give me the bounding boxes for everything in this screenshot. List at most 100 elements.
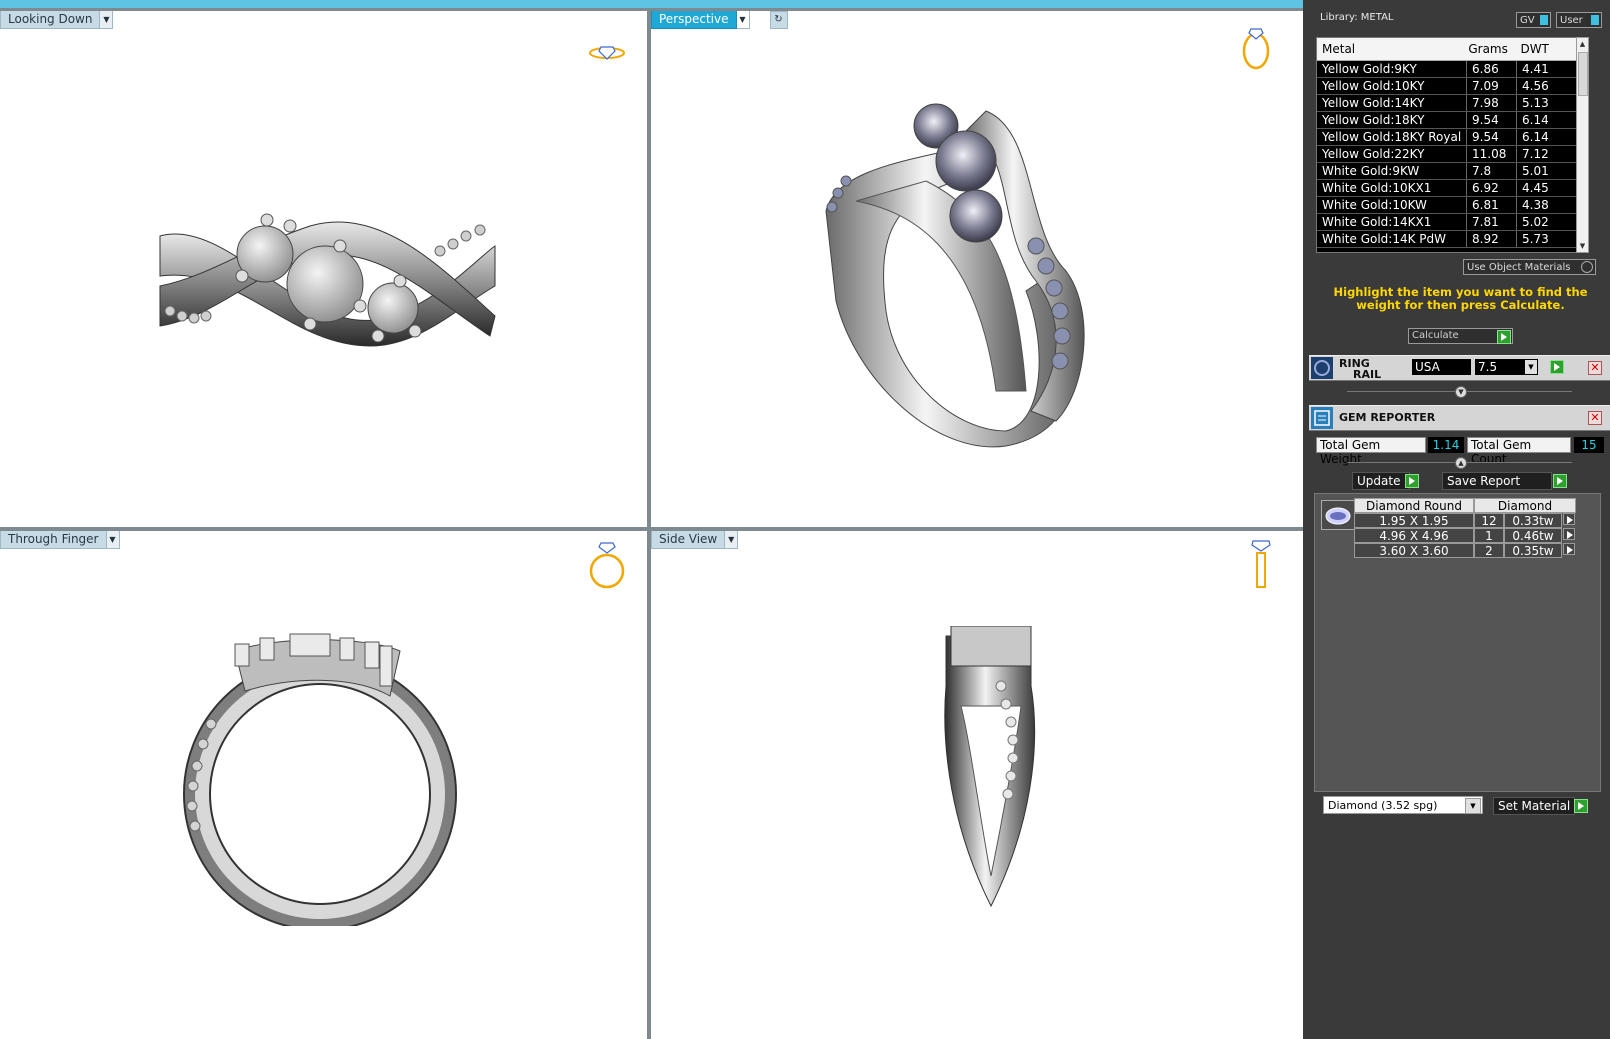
- user-toggle[interactable]: User: [1556, 12, 1602, 28]
- viewport-tab-through-finger[interactable]: Through Finger ▼: [0, 531, 120, 549]
- table-cell: 2: [1474, 543, 1504, 558]
- chevron-down-icon[interactable]: ▼: [100, 11, 114, 29]
- table-row[interactable]: Yellow Gold:9KY 6.86 4.41: [1317, 61, 1577, 78]
- ring-rail-go-icon[interactable]: [1550, 360, 1564, 374]
- table-cell: 6.86: [1467, 61, 1517, 77]
- ring-front-icon: [589, 542, 625, 589]
- viewport-label[interactable]: Perspective: [651, 11, 737, 29]
- table-row[interactable]: 4.96 X 4.96 1 0.46tw: [1354, 528, 1576, 543]
- row-go-icon[interactable]: [1563, 543, 1575, 555]
- table-row[interactable]: White Gold:10KX1 6.92 4.45: [1317, 180, 1577, 197]
- table-cell: White Gold:9KW: [1317, 163, 1467, 179]
- table-row[interactable]: 1.95 X 1.95 12 0.33tw: [1354, 513, 1576, 528]
- viewport-side-view[interactable]: Side View ▼: [651, 531, 1303, 1039]
- table-row[interactable]: Yellow Gold:10KY 7.09 4.56: [1317, 78, 1577, 95]
- viewport-tab-looking-down[interactable]: Looking Down ▼: [0, 11, 114, 29]
- table-row[interactable]: Yellow Gold:14KY 7.98 5.13: [1317, 95, 1577, 112]
- table-cell: 4.41: [1517, 61, 1577, 77]
- close-icon[interactable]: ✕: [1588, 361, 1602, 375]
- viewport-perspective[interactable]: Perspective ▼ ↻: [651, 11, 1303, 527]
- ring-rail-region[interactable]: USA: [1412, 359, 1471, 375]
- collapse-handle-icon[interactable]: ▼: [1455, 386, 1467, 398]
- gv-label: GV: [1520, 14, 1535, 26]
- table-cell: 11.08: [1467, 146, 1517, 162]
- table-cell: Yellow Gold:18KY Royal: [1317, 129, 1467, 145]
- table-cell: 4.96 X 4.96: [1354, 528, 1474, 543]
- row-go-icon[interactable]: [1563, 528, 1575, 540]
- scroll-down-icon[interactable]: ▼: [1577, 240, 1588, 252]
- table-cell: 9.54: [1467, 112, 1517, 128]
- table-row[interactable]: White Gold:14K PdW 8.92 5.73: [1317, 231, 1577, 248]
- row-go-icon[interactable]: [1563, 513, 1575, 525]
- table-cell: Yellow Gold:10KY: [1317, 78, 1467, 94]
- update-button[interactable]: Update: [1352, 472, 1410, 490]
- table-row[interactable]: White Gold:10KW 6.81 4.38: [1317, 197, 1577, 214]
- user-label: User: [1560, 14, 1583, 26]
- table-cell: 0.46tw: [1504, 528, 1562, 543]
- collapse-handle-icon[interactable]: ▲: [1455, 457, 1467, 469]
- gem-reporter-title: GEM REPORTER: [1339, 411, 1436, 424]
- viewport-label[interactable]: Side View: [651, 531, 726, 549]
- table-cell: White Gold:10KW: [1317, 197, 1467, 213]
- table-row[interactable]: Yellow Gold:18KY Royal 9.54 6.14: [1317, 129, 1577, 146]
- table-row[interactable]: Yellow Gold:22KY 11.08 7.12: [1317, 146, 1577, 163]
- set-material-label: Set Material: [1498, 799, 1571, 813]
- table-cell: 1: [1474, 528, 1504, 543]
- table-header: Diamond Round Diamond: [1354, 498, 1576, 513]
- metal-table[interactable]: Metal Grams DWT Yellow Gold:9KY 6.86 4.41 Y…: [1316, 37, 1578, 253]
- chevron-down-icon[interactable]: ▼: [1465, 798, 1481, 814]
- table-row[interactable]: Yellow Gold:18KY 9.54 6.14: [1317, 112, 1577, 129]
- table-cell: 12: [1474, 513, 1504, 528]
- total-gem-weight-label: Total Gem Weight: [1316, 437, 1426, 466]
- material-select[interactable]: Diamond (3.52 spg) ▼: [1323, 796, 1483, 814]
- ring-side-view: [944, 626, 1036, 908]
- column-header[interactable]: Grams: [1463, 42, 1515, 56]
- table-cell: 7.8: [1467, 163, 1517, 179]
- table-cell: 4.56: [1517, 78, 1577, 94]
- viewport-label[interactable]: Through Finger: [0, 531, 107, 549]
- gem-table[interactable]: Diamond Round Diamond 1.95 X 1.95 12 0.33t…: [1354, 498, 1576, 558]
- table-cell: White Gold:14KX1: [1317, 214, 1467, 230]
- viewport-label[interactable]: Looking Down: [0, 11, 101, 29]
- table-row[interactable]: 3.60 X 3.60 2 0.35tw: [1354, 543, 1576, 558]
- viewport-tab-perspective[interactable]: Perspective ▼ ↻: [651, 11, 788, 29]
- table-cell: 4.45: [1517, 180, 1577, 196]
- save-report-button[interactable]: Save Report: [1442, 472, 1552, 490]
- table-cell: 6.92: [1467, 180, 1517, 196]
- scroll-thumb[interactable]: [1578, 52, 1588, 96]
- gv-toggle[interactable]: GV: [1516, 12, 1551, 28]
- rotate-view-icon[interactable]: ↻: [769, 11, 788, 29]
- table-row[interactable]: White Gold:9KW 7.8 5.01: [1317, 163, 1577, 180]
- column-header[interactable]: DWT: [1515, 42, 1577, 56]
- viewport-through-finger[interactable]: Through Finger ▼: [0, 531, 647, 1039]
- calculate-go-icon[interactable]: [1497, 330, 1511, 344]
- diamond-round-icon: [1321, 500, 1355, 530]
- viewport-tab-side-view[interactable]: Side View ▼: [651, 531, 739, 549]
- save-report-go-icon[interactable]: [1553, 474, 1567, 488]
- chevron-down-icon[interactable]: ▼: [106, 531, 120, 549]
- update-label: Update: [1357, 474, 1401, 488]
- close-icon[interactable]: ✕: [1588, 411, 1602, 425]
- set-material-go-icon[interactable]: [1574, 799, 1588, 813]
- column-header[interactable]: Metal: [1317, 42, 1463, 56]
- table-cell: 5.02: [1517, 214, 1577, 230]
- chevron-down-icon[interactable]: ▼: [725, 531, 739, 549]
- material-select-value: Diamond (3.52 spg): [1328, 799, 1438, 812]
- table-cell: Yellow Gold:18KY: [1317, 112, 1467, 128]
- table-cell: 1.95 X 1.95: [1354, 513, 1474, 528]
- set-material-button[interactable]: Set Material: [1493, 797, 1575, 815]
- ring-top-icon: [589, 46, 625, 60]
- ring-perspective-view: [825, 103, 1085, 448]
- scroll-up-icon[interactable]: ▲: [1577, 38, 1588, 50]
- circle-icon: [1581, 261, 1593, 273]
- viewport-looking-down[interactable]: Looking Down ▼: [0, 11, 647, 527]
- chevron-down-icon[interactable]: ▼: [736, 11, 750, 29]
- chevron-down-icon[interactable]: ▼: [1525, 360, 1537, 374]
- total-gem-count-value: 15: [1574, 437, 1604, 453]
- table-row[interactable]: White Gold:14KX1 7.81 5.02: [1317, 214, 1577, 231]
- use-object-materials-button[interactable]: Use Object Materials: [1463, 259, 1596, 275]
- table-cell: 9.54: [1467, 129, 1517, 145]
- gem-reporter-icon: [1311, 407, 1333, 429]
- metal-table-scrollbar[interactable]: ▲ ▼: [1576, 37, 1589, 253]
- update-go-icon[interactable]: [1405, 474, 1419, 488]
